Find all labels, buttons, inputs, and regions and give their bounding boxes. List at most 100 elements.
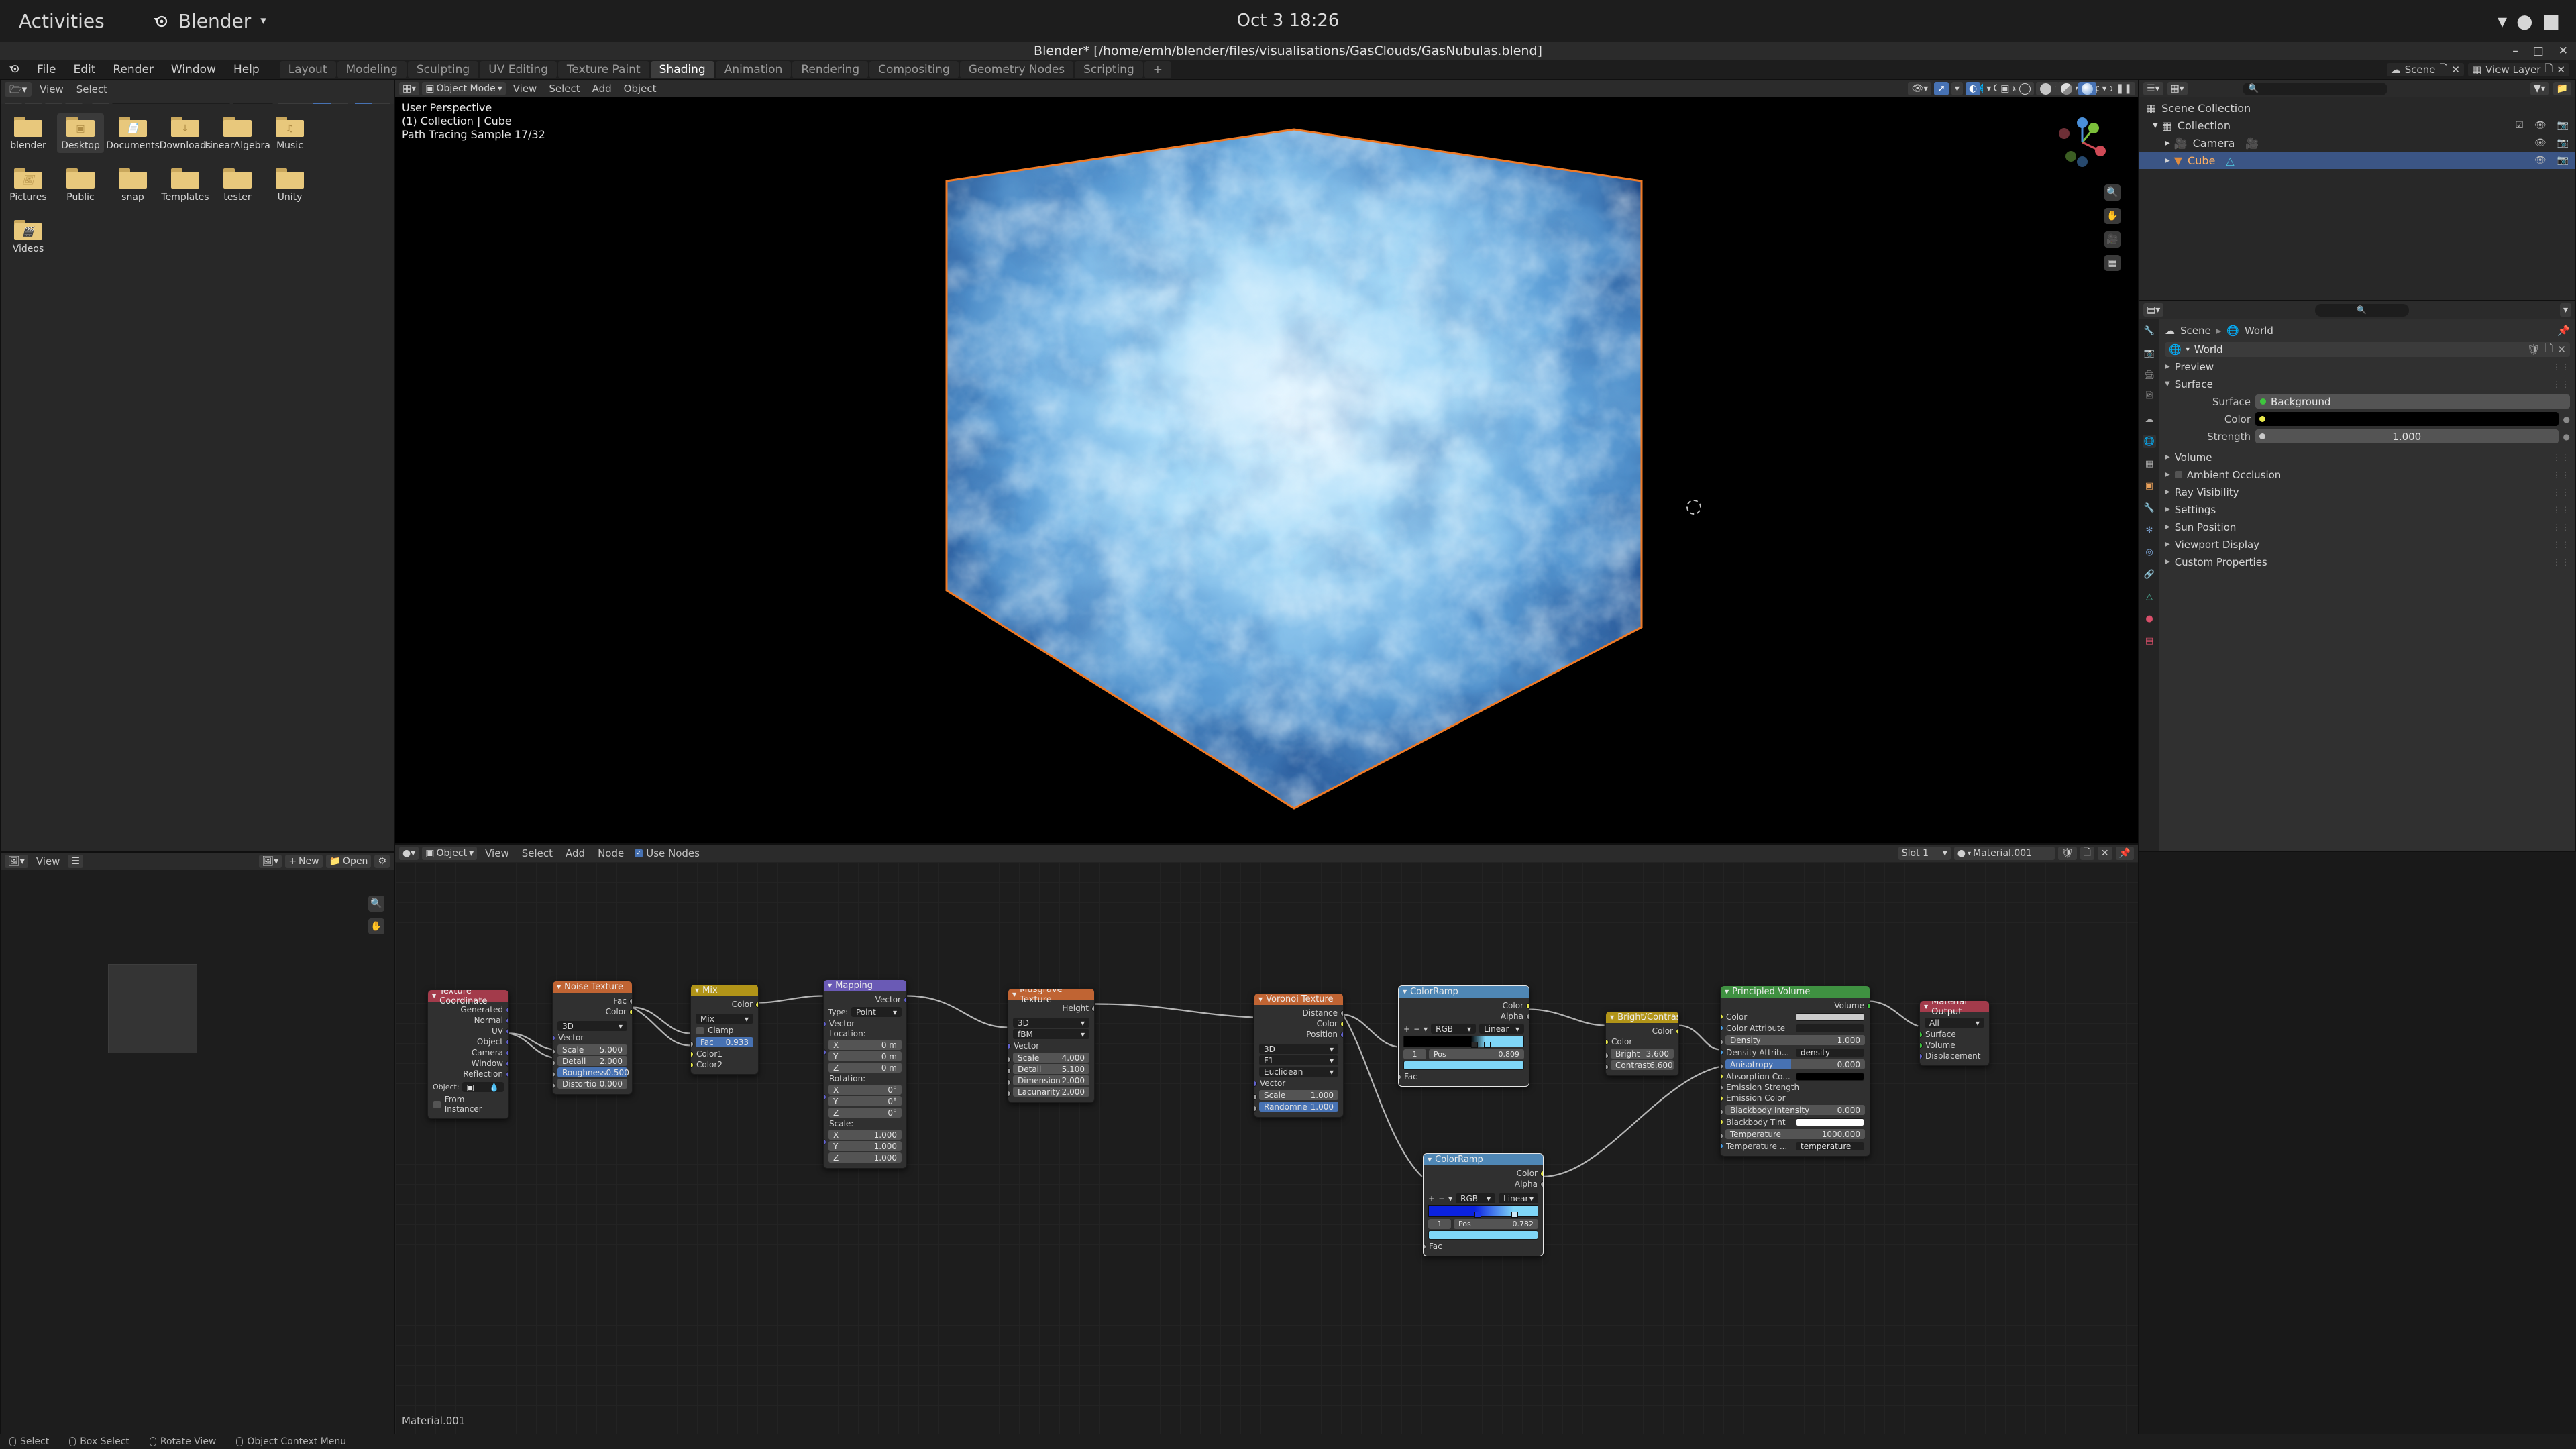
shader-menu-add[interactable]: Add (561, 846, 590, 861)
workspace-tab-scripting[interactable]: Scripting (1075, 61, 1143, 78)
panel-sun-position[interactable]: ▶ Sun Position ⋮⋮ (2165, 519, 2570, 535)
rotation-y-field[interactable]: Y 0° (828, 1096, 902, 1106)
visibility-selector[interactable]: 👁▾ (1908, 82, 1932, 95)
shading-rendered[interactable] (2078, 82, 2096, 95)
surface-shader-selector[interactable]: Background (2255, 394, 2570, 409)
tab-data[interactable]: △ (2143, 590, 2156, 603)
mapping-type-select[interactable]: Point ▾ (851, 1007, 902, 1017)
eye-icon[interactable]: 👁 (2534, 155, 2546, 166)
node-input-vector[interactable]: Vector (1254, 1078, 1343, 1089)
file-menu-select[interactable]: Select (72, 82, 112, 97)
interpolation-select[interactable]: Linear ▾ (1499, 1193, 1538, 1203)
background-color-swatch[interactable] (2255, 412, 2559, 426)
workspace-tab-add[interactable]: + (1144, 61, 1171, 78)
node-input-vector[interactable]: Vector (553, 1032, 632, 1043)
xray-toggle[interactable]: ▣ (1997, 82, 2013, 95)
outliner-row-scene-collection[interactable]: ▦ Scene Collection (2139, 99, 2575, 117)
socket-vector-in[interactable] (824, 1021, 826, 1027)
new-image-button[interactable]: + New (285, 855, 323, 868)
close-icon[interactable]: ✕ (2559, 44, 2568, 58)
file-item-blender[interactable]: blender (5, 113, 52, 153)
node-input-vector[interactable]: Vector (824, 1018, 906, 1029)
fake-user-icon[interactable]: 🛡 (2527, 343, 2540, 356)
ramp-stop-position[interactable]: Pos 0.782 (1454, 1219, 1538, 1229)
lacunarity-field[interactable]: Lacunarity 2.000 (1013, 1087, 1089, 1097)
socket-density-attribute[interactable] (1721, 1049, 1723, 1055)
fake-user-icon[interactable]: 🛡 (2057, 847, 2077, 860)
socket-fac[interactable] (1424, 1244, 1426, 1250)
pan-icon[interactable]: ✋ (2104, 208, 2121, 224)
outliner-row-collection[interactable]: ▼ ▦ Collection ☑ 👁 📷 (2139, 117, 2575, 134)
file-item-public[interactable]: Public (57, 165, 104, 205)
socket-color-in[interactable] (1606, 1039, 1609, 1045)
node-header[interactable]: ▼ ColorRamp (1399, 986, 1529, 998)
socket-density[interactable] (1721, 1039, 1723, 1045)
ramp-stop-active[interactable] (1484, 1039, 1491, 1048)
outliner-row-toggles[interactable]: ☑ 👁 📷 (2515, 120, 2569, 131)
node-output-volume[interactable]: Volume (1721, 1000, 1870, 1011)
editor-type-selector[interactable]: ☰▾ (2143, 82, 2163, 95)
image-editor-display-mode[interactable]: ☰ (68, 855, 83, 868)
node-collapse-icon[interactable]: ▼ (828, 983, 832, 989)
material-slot-selector[interactable]: Slot 1 ▾ (1898, 847, 1951, 860)
tab-material[interactable]: ● (2143, 612, 2156, 625)
feature-select[interactable]: F1 ▾ (1259, 1055, 1338, 1065)
node-input-color2[interactable]: Color2 (691, 1059, 758, 1070)
tab-object[interactable]: ▣ (2143, 479, 2156, 492)
color-ramp-widget[interactable] (1428, 1205, 1538, 1218)
socket-color[interactable] (629, 1009, 632, 1015)
panel-surface[interactable]: ▼ Surface ⋮⋮ (2165, 376, 2570, 392)
panel-custom-properties[interactable]: ▶ Custom Properties ⋮⋮ (2165, 554, 2570, 570)
menu-window[interactable]: Window (162, 60, 225, 79)
socket-alpha[interactable] (1540, 1181, 1543, 1187)
node-output-camera[interactable]: Camera (428, 1047, 508, 1058)
shading-wireframe[interactable] (2015, 82, 2034, 95)
eye-icon[interactable]: 👁 (2534, 138, 2546, 148)
tab-render[interactable]: 📷 (2143, 346, 2156, 360)
image-editor-menu-view[interactable]: View (32, 854, 65, 869)
anisotropy-field[interactable]: Anisotropy 0.000 (1725, 1059, 1865, 1069)
file-item-snap[interactable]: snap (109, 165, 156, 205)
dimension-field[interactable]: Dimension 2.000 (1013, 1075, 1089, 1085)
viewport-canvas[interactable]: User Perspective (1) Collection | Cube P… (395, 97, 2138, 843)
socket-generated[interactable] (506, 1007, 508, 1013)
socket-camera[interactable] (506, 1050, 508, 1056)
temperature-attribute-field[interactable]: temperature (1796, 1142, 1864, 1151)
node-voronoi-texture[interactable]: ▼ Voronoi Texture Distance Color Positio… (1254, 993, 1344, 1118)
node-header[interactable]: ▼ Principled Volume (1721, 986, 1870, 998)
node-input-emission-color[interactable]: Emission Color (1721, 1093, 1870, 1104)
node-musgrave-texture[interactable]: ▼ Musgrave Texture Height 3D ▾ fBM ▾ Vec… (1008, 988, 1095, 1103)
socket-detail[interactable] (553, 1060, 555, 1066)
socket-fac[interactable] (1399, 1074, 1401, 1080)
node-input-color[interactable]: Color (1606, 1036, 1678, 1047)
socket-reflection[interactable] (506, 1071, 508, 1077)
shader-menu-view[interactable]: View (480, 846, 514, 861)
editor-type-selector[interactable]: 🗁▾ (5, 82, 32, 97)
ramp-stop[interactable] (1470, 1039, 1478, 1048)
navigation-gizmo[interactable] (2053, 113, 2111, 171)
animate-property-icon[interactable]: ● (2563, 415, 2570, 424)
node-output-fac[interactable]: Fac (553, 996, 632, 1006)
zoom-icon[interactable]: 🔍 (368, 896, 384, 912)
node-input-fac[interactable]: Fac (1399, 1071, 1529, 1082)
randomness-field[interactable]: Randomne 1.000 (1259, 1102, 1338, 1112)
gizmos-toggle[interactable]: ➚ (1934, 82, 1949, 95)
socket-blackbody-tint[interactable] (1721, 1119, 1723, 1125)
shading-material-preview[interactable] (2057, 82, 2076, 95)
socket-randomness[interactable] (1254, 1106, 1257, 1112)
add-stop-icon[interactable]: + (1403, 1024, 1410, 1034)
color-mode-select[interactable]: RGB ▾ (1456, 1193, 1496, 1203)
node-input-color-attribute[interactable]: Color Attribute (1721, 1022, 1870, 1034)
camera-render-icon[interactable]: 📷 (2557, 120, 2569, 131)
tab-tool[interactable]: 🔧 (2143, 324, 2156, 337)
ramp-stop-index[interactable]: 1 (1428, 1219, 1451, 1229)
remove-scene-icon[interactable]: ✕ (2451, 64, 2460, 76)
remove-view-layer-icon[interactable]: ✕ (2557, 64, 2565, 76)
node-output-normal[interactable]: Normal (428, 1015, 508, 1026)
socket-surface[interactable] (1920, 1032, 1923, 1038)
node-noise-texture[interactable]: ▼ Noise Texture Fac Color 3D ▾ Vector Sc… (552, 981, 633, 1095)
socket-distortion[interactable] (553, 1083, 555, 1089)
display-mode-selector[interactable]: ▦▾ (2167, 82, 2188, 95)
from-instancer-checkbox-row[interactable]: From Instancer (428, 1092, 508, 1114)
socket-color[interactable] (1340, 1021, 1343, 1027)
